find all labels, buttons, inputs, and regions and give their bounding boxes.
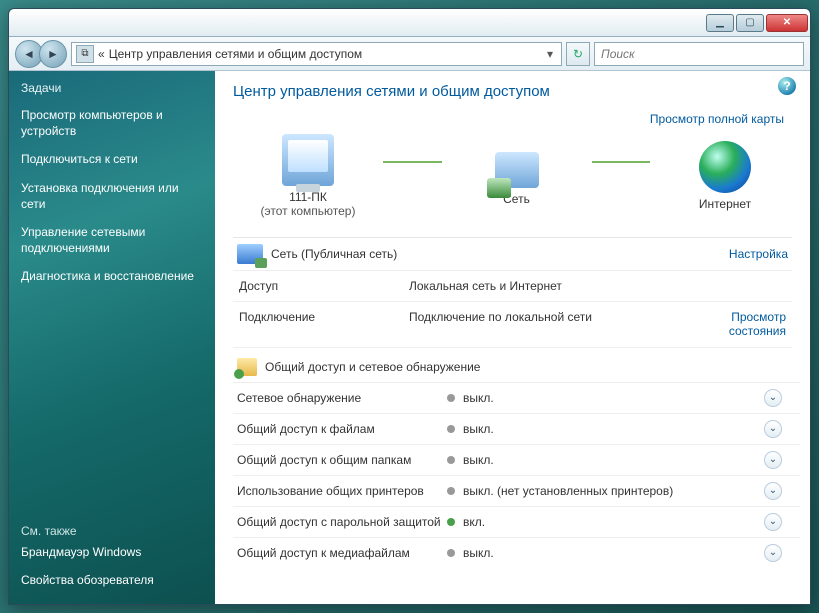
connection-line-2 (592, 161, 651, 163)
sharing-row-value: выкл. (463, 453, 764, 467)
sidebar-tasks-header: Задачи (21, 81, 203, 95)
network-name: Сеть (Публичная сеть) (271, 247, 729, 261)
sharing-header-row: Общий доступ и сетевое обнаружение (233, 348, 800, 382)
connection-line-1 (383, 161, 442, 163)
status-dot-icon (447, 456, 455, 464)
sharing-row-value: выкл. (463, 391, 764, 405)
breadcrumb-prefix: « (98, 47, 105, 61)
forward-button[interactable]: ► (39, 40, 67, 68)
breadcrumb-text: Центр управления сетями и общим доступом (109, 47, 363, 61)
network-small-icon (237, 244, 263, 264)
sharing-header-text: Общий доступ и сетевое обнаружение (265, 360, 480, 374)
kv-access-action (692, 271, 792, 302)
address-bar[interactable]: ⧉ « Центр управления сетями и общим дост… (71, 42, 562, 66)
sharing-row-label: Общий доступ с парольной защитой (237, 515, 447, 529)
sidebar-item-internet-options[interactable]: Свойства обозревателя (21, 572, 203, 588)
computer-icon (282, 134, 334, 186)
map-node-internet[interactable]: Интернет (650, 141, 800, 211)
sharing-rows: Сетевое обнаружениевыкл.⌄Общий доступ к … (233, 382, 800, 568)
window-frame: ▁ ▢ ✕ ◄ ► ⧉ « Центр управления сетями и … (8, 8, 811, 605)
sharing-row-value: выкл. (463, 546, 764, 560)
expand-button[interactable]: ⌄ (764, 482, 782, 500)
pc-subtitle: (этот компьютер) (261, 204, 356, 218)
help-icon[interactable]: ? (778, 77, 796, 95)
sharing-icon (237, 358, 257, 376)
sidebar-item-view-computers[interactable]: Просмотр компьютеров и устройств (21, 107, 203, 139)
sidebar-item-setup-connection[interactable]: Установка подключения или сети (21, 180, 203, 212)
expand-button[interactable]: ⌄ (764, 389, 782, 407)
sharing-row-label: Использование общих принтеров (237, 484, 447, 498)
view-full-map-row: Просмотр полной карты (233, 112, 784, 126)
sharing-row-label: Общий доступ к файлам (237, 422, 447, 436)
status-dot-icon (447, 549, 455, 557)
kv-access-value: Локальная сеть и Интернет (403, 271, 692, 302)
sharing-row: Общий доступ с парольной защитой вкл.⌄ (233, 506, 800, 537)
sidebar-see-also-header: См. также (21, 524, 203, 538)
sidebar-item-firewall[interactable]: Брандмауэр Windows (21, 544, 203, 560)
network-details-grid: Доступ Локальная сеть и Интернет Подключ… (233, 270, 792, 348)
page-title: Центр управления сетями и общим доступом (233, 83, 800, 100)
map-node-network[interactable]: Сеть (442, 146, 592, 206)
sharing-row-label: Сетевое обнаружение (237, 391, 447, 405)
status-dot-icon (447, 425, 455, 433)
titlebar: ▁ ▢ ✕ (9, 9, 810, 37)
kv-access-label: Доступ (233, 271, 403, 302)
pc-name: 111-ПК (289, 190, 327, 204)
sidebar-item-diagnose-repair[interactable]: Диагностика и восстановление (21, 268, 203, 284)
sidebar: Задачи Просмотр компьютеров и устройств … (9, 71, 215, 604)
sharing-row-value: вкл. (463, 515, 764, 529)
sharing-row-label: Общий доступ к общим папкам (237, 453, 447, 467)
content-pane: ? Центр управления сетями и общим доступ… (215, 71, 810, 604)
navigation-bar: ◄ ► ⧉ « Центр управления сетями и общим … (9, 37, 810, 71)
map-node-this-pc[interactable]: 111-ПК (этот компьютер) (233, 134, 383, 219)
kv-connection-label: Подключение (233, 302, 403, 348)
sharing-row: Общий доступ к файлам выкл.⌄ (233, 413, 800, 444)
sharing-row: Использование общих принтеров выкл. (нет … (233, 475, 800, 506)
network-icon (495, 152, 539, 188)
sidebar-spacer (21, 291, 203, 514)
sharing-row: Сетевое обнаружение выкл.⌄ (233, 382, 800, 413)
expand-button[interactable]: ⌄ (764, 544, 782, 562)
close-button[interactable]: ✕ (766, 14, 808, 32)
status-dot-icon (447, 518, 455, 526)
nav-arrows: ◄ ► (15, 40, 67, 68)
globe-icon (699, 141, 751, 193)
expand-button[interactable]: ⌄ (764, 513, 782, 531)
control-panel-icon: ⧉ (76, 45, 94, 63)
network-header-row: Сеть (Публичная сеть) Настройка (233, 238, 792, 270)
sharing-row: Общий доступ к общим папкам выкл.⌄ (233, 444, 800, 475)
network-map: 111-ПК (этот компьютер) Сеть Интернет (233, 134, 800, 219)
sidebar-item-manage-connections[interactable]: Управление сетевыми подключениями (21, 224, 203, 256)
kv-connection-value: Подключение по локальной сети (403, 302, 692, 348)
sharing-row: Общий доступ к медиафайлам выкл.⌄ (233, 537, 800, 568)
expand-button[interactable]: ⌄ (764, 451, 782, 469)
status-dot-icon (447, 487, 455, 495)
search-box[interactable] (594, 42, 804, 66)
sharing-row-value: выкл. (нет установленных принтеров) (463, 484, 764, 498)
breadcrumb-dropdown[interactable]: ▾ (543, 47, 557, 61)
minimize-button[interactable]: ▁ (706, 14, 734, 32)
status-dot-icon (447, 394, 455, 402)
expand-button[interactable]: ⌄ (764, 420, 782, 438)
sidebar-item-connect-network[interactable]: Подключиться к сети (21, 151, 203, 167)
maximize-button[interactable]: ▢ (736, 14, 764, 32)
view-full-map-link[interactable]: Просмотр полной карты (650, 112, 784, 126)
refresh-button[interactable]: ↻ (566, 42, 590, 66)
map-node-internet-label: Интернет (699, 197, 751, 211)
network-customize-link[interactable]: Настройка (729, 247, 788, 261)
network-section: Сеть (Публичная сеть) Настройка Доступ Л… (233, 237, 792, 348)
search-input[interactable] (595, 47, 803, 61)
map-node-pc-label: 111-ПК (этот компьютер) (261, 190, 356, 219)
kv-connection-action[interactable]: Просмотр состояния (692, 302, 792, 348)
sharing-row-value: выкл. (463, 422, 764, 436)
sharing-row-label: Общий доступ к медиафайлам (237, 546, 447, 560)
window-body: Задачи Просмотр компьютеров и устройств … (9, 71, 810, 604)
